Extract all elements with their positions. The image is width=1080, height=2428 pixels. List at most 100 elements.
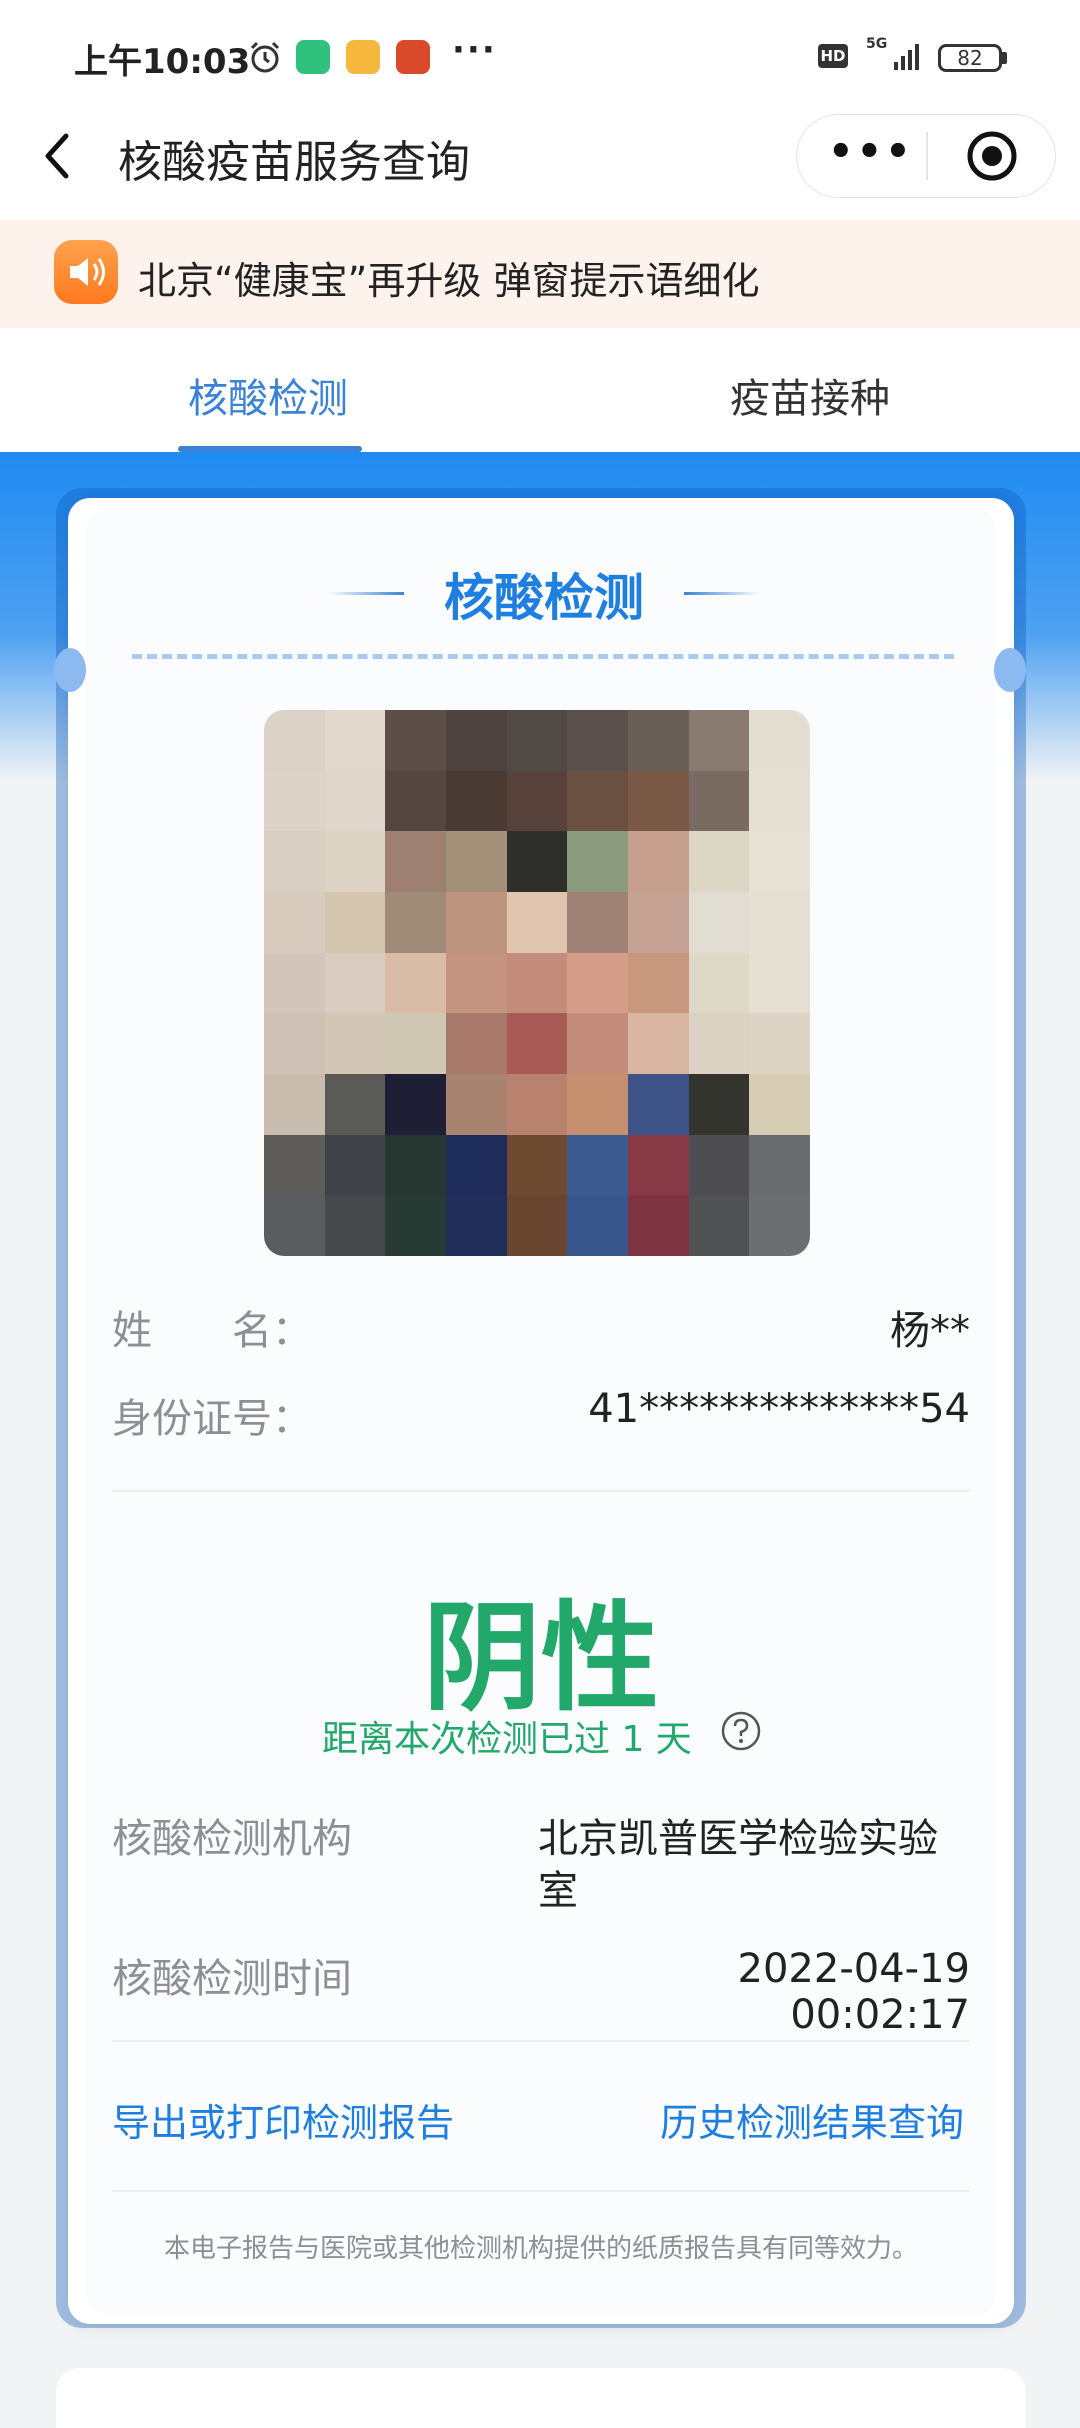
photo-pixel <box>324 892 386 953</box>
photo-pixel <box>567 1195 628 1256</box>
more-menu-button[interactable]: ••• <box>828 122 911 188</box>
photo-pixel <box>567 710 628 771</box>
help-icon[interactable] <box>720 1710 762 1752</box>
test-time-value: 2022-04-19 00:02:17 <box>737 1946 970 2038</box>
photo-pixel <box>446 770 507 832</box>
photo-pixel <box>628 1013 689 1074</box>
photo-pixel <box>506 831 568 892</box>
photo-pixel <box>385 831 446 892</box>
divider <box>112 1490 970 1492</box>
name-value: 杨** <box>890 1308 970 1354</box>
photo-pixel <box>567 770 628 832</box>
photo-pixel <box>567 1074 628 1135</box>
photo-pixel <box>324 1134 386 1196</box>
photo-pixel <box>264 770 325 832</box>
photo-pixel <box>567 892 628 953</box>
photo-pixel <box>264 710 325 771</box>
header-line-left <box>328 592 404 595</box>
photo-pixel <box>506 710 568 771</box>
tab-vaccination[interactable]: 疫苗接种 <box>730 366 890 424</box>
photo-pixel <box>749 1195 810 1256</box>
photo-pixel <box>264 1195 325 1256</box>
page-title: 核酸疫苗服务查询 <box>118 137 470 188</box>
photo-pixel <box>324 770 386 832</box>
photo-pixel <box>446 1195 507 1256</box>
photo-pixel <box>446 831 507 892</box>
photo-pixel <box>385 952 446 1014</box>
photo-pixel <box>628 892 689 953</box>
hd-badge: HD <box>818 44 848 68</box>
more-notifications-icon: ··· <box>452 30 497 70</box>
photo-pixel <box>688 1134 750 1196</box>
photo-pixel <box>688 831 750 892</box>
photo-pixel <box>688 1074 750 1135</box>
photo-pixel <box>749 1134 810 1196</box>
institution-label: 核酸检测机构 <box>112 1816 352 1862</box>
capsule-divider <box>926 132 928 180</box>
test-result: 阴性 <box>422 1589 659 1727</box>
test-time-label: 核酸检测时间 <box>112 1956 352 2002</box>
avatar-photo-pixelated <box>264 710 810 1256</box>
photo-pixel <box>749 1013 810 1074</box>
card-notch-left <box>54 648 86 692</box>
photo-pixel <box>385 892 446 953</box>
photo-pixel <box>506 892 568 953</box>
photo-pixel <box>385 770 446 832</box>
photo-pixel <box>324 1013 386 1074</box>
close-target-icon[interactable] <box>962 126 1022 186</box>
photo-pixel <box>446 710 507 771</box>
photo-pixel <box>628 1074 689 1135</box>
speaker-icon <box>54 240 118 304</box>
name-label: 姓 名： <box>112 1308 312 1354</box>
photo-pixel <box>446 952 507 1014</box>
history-results-link[interactable]: 历史检测结果查询 <box>660 2092 964 2147</box>
photo-pixel <box>385 1074 446 1135</box>
battery-tip <box>1002 52 1007 64</box>
photo-pixel <box>688 1013 750 1074</box>
photo-pixel <box>385 1013 446 1074</box>
photo-pixel <box>385 710 446 771</box>
photo-pixel <box>749 770 810 832</box>
photo-pixel <box>264 1013 325 1074</box>
photo-pixel <box>264 1074 325 1135</box>
photo-pixel <box>688 770 750 832</box>
photo-pixel <box>324 831 386 892</box>
footnote: 本电子报告与医院或其他检测机构提供的纸质报告具有同等效力。 <box>163 2234 918 2264</box>
photo-pixel <box>506 1195 568 1256</box>
export-report-link[interactable]: 导出或打印检测报告 <box>112 2092 454 2147</box>
photo-pixel <box>688 710 750 771</box>
shopping-app-icon <box>396 40 430 74</box>
photo-pixel <box>446 1074 507 1135</box>
photo-pixel <box>688 952 750 1014</box>
photo-pixel <box>324 952 386 1014</box>
photo-pixel <box>446 892 507 953</box>
card-header-title: 核酸检测 <box>444 569 644 627</box>
id-label: 身份证号： <box>112 1396 312 1442</box>
id-value: 41**************54 <box>588 1386 970 1432</box>
status-time: 上午10:03 <box>74 42 251 82</box>
photo-pixel <box>628 1195 689 1256</box>
photo-pixel <box>264 952 325 1014</box>
photo-pixel <box>628 1134 689 1196</box>
battery-icon: 82 <box>938 44 1002 72</box>
back-arrow-icon[interactable] <box>36 126 80 186</box>
shield-app-icon <box>296 40 330 74</box>
photo-pixel <box>324 1074 386 1135</box>
photo-pixel <box>567 1013 628 1074</box>
notice-text: 北京“健康宝”再升级 弹窗提示语细化 <box>138 259 760 303</box>
photo-pixel <box>567 952 628 1014</box>
photo-pixel <box>264 831 325 892</box>
photo-pixel <box>628 710 689 771</box>
photo-pixel <box>749 952 810 1014</box>
tab-nucleic-test[interactable]: 核酸检测 <box>188 366 348 424</box>
photo-pixel <box>628 831 689 892</box>
divider <box>112 2190 970 2192</box>
photo-pixel <box>324 1195 386 1256</box>
photo-pixel <box>749 892 810 953</box>
photo-pixel <box>324 710 386 771</box>
photo-pixel <box>506 1134 568 1196</box>
network-type: 5G <box>866 36 888 52</box>
photo-pixel <box>749 831 810 892</box>
photo-pixel <box>506 952 568 1014</box>
photo-pixel <box>688 892 750 953</box>
